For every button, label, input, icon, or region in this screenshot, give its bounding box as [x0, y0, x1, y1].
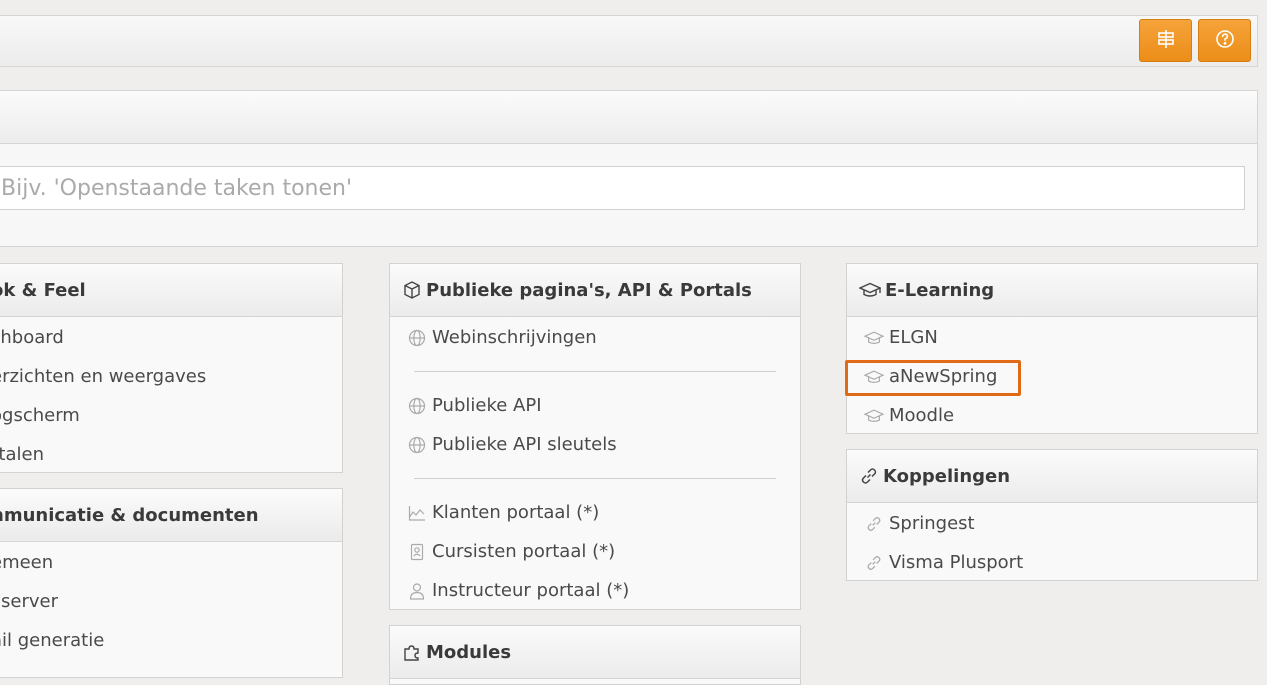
look-feel-title: ok & Feel [0, 264, 342, 317]
webinschrijvingen-label: Webinschrijvingen [432, 327, 597, 348]
cursisten-portaal-label: Cursisten portaal (*) [432, 541, 616, 562]
elgn-label: ELGN [889, 327, 938, 348]
look-feel-panel: ok & Feel shboard erzichten en weergaves… [0, 263, 343, 473]
signpost-icon [1156, 29, 1176, 53]
graduation-cap-icon [863, 405, 885, 427]
menu-item-instructeur-portaal[interactable]: Instructeur portaal (*) [390, 571, 800, 609]
elearning-panel: E-Learning ELGN aNewSpring Moodle [846, 263, 1258, 434]
communicatie-panel: nmunicatie & documenten emeen ilserver a… [0, 488, 343, 678]
menu-item-springest[interactable]: Springest [847, 504, 1257, 543]
menu-item-logscherm[interactable]: ogscherm [0, 396, 342, 435]
menu-item-algemeen[interactable]: emeen [0, 543, 342, 582]
modules-panel: Modules [389, 625, 801, 685]
publiek-header: Publieke pagina's, API & Portals [390, 264, 800, 317]
menu-item-mail-generatie[interactable]: ail generatie [0, 621, 342, 660]
help-button[interactable] [1198, 19, 1251, 62]
koppelingen-header: Koppelingen [847, 450, 1257, 503]
graduation-cap-icon [859, 280, 885, 300]
highlight-box [845, 360, 1021, 396]
user-icon [406, 580, 428, 602]
menu-item-publieke-api-sleutels[interactable]: Publieke API sleutels [390, 425, 800, 464]
puzzle-icon [402, 642, 426, 662]
menu-item-visma-plusport[interactable]: Visma Plusport [847, 543, 1257, 580]
publiek-panel: Publieke pagina's, API & Portals Webinsc… [389, 263, 801, 610]
menu-item-publieke-api[interactable]: Publieke API [390, 386, 800, 425]
modules-header: Modules [390, 626, 800, 679]
publieke-api-label: Publieke API [432, 395, 542, 416]
menu-item-klanten-portaal[interactable]: Klanten portaal (*) [390, 493, 800, 532]
modules-title: Modules [426, 641, 512, 663]
communicatie-title: nmunicatie & documenten [0, 489, 342, 542]
link-icon [859, 466, 883, 486]
id-badge-icon [406, 541, 428, 563]
cube-icon [402, 280, 426, 300]
help-icon [1215, 29, 1235, 53]
menu-item-portalen[interactable]: rtalen [0, 435, 342, 472]
koppelingen-title: Koppelingen [883, 465, 1011, 487]
moodle-label: Moodle [889, 405, 955, 426]
search-input[interactable] [0, 166, 1245, 210]
menu-item-dashboard[interactable]: shboard [0, 318, 342, 357]
link-icon [863, 513, 885, 535]
signpost-button[interactable] [1139, 19, 1192, 62]
publiek-title: Publieke pagina's, API & Portals [426, 279, 752, 301]
menu-item-cursisten-portaal[interactable]: Cursisten portaal (*) [390, 532, 800, 571]
menu-item-moodle[interactable]: Moodle [847, 396, 1257, 433]
menu-item-elgn[interactable]: ELGN [847, 318, 1257, 357]
koppelingen-panel: Koppelingen Springest Visma Plusport [846, 449, 1258, 581]
globe-icon [406, 434, 428, 456]
springest-label: Springest [889, 513, 975, 534]
globe-icon [406, 327, 428, 349]
publieke-api-sleutels-label: Publieke API sleutels [432, 434, 617, 455]
visma-plusport-label: Visma Plusport [889, 552, 1024, 573]
top-toolbar [0, 15, 1258, 67]
link-icon [863, 552, 885, 574]
elearning-title: E-Learning [885, 279, 995, 301]
divider [414, 478, 776, 479]
menu-item-webinschrijvingen[interactable]: Webinschrijvingen [390, 318, 800, 357]
instructeur-portaal-label: Instructeur portaal (*) [432, 580, 630, 601]
divider [414, 371, 776, 372]
elearning-header: E-Learning [847, 264, 1257, 317]
search-panel-header [0, 91, 1257, 144]
menu-item-mailserver[interactable]: ilserver [0, 582, 342, 621]
globe-icon [406, 395, 428, 417]
klanten-portaal-label: Klanten portaal (*) [432, 502, 600, 523]
menu-item-overzichten[interactable]: erzichten en weergaves [0, 357, 342, 396]
graduation-cap-icon [863, 327, 885, 349]
area-chart-icon [406, 502, 428, 524]
